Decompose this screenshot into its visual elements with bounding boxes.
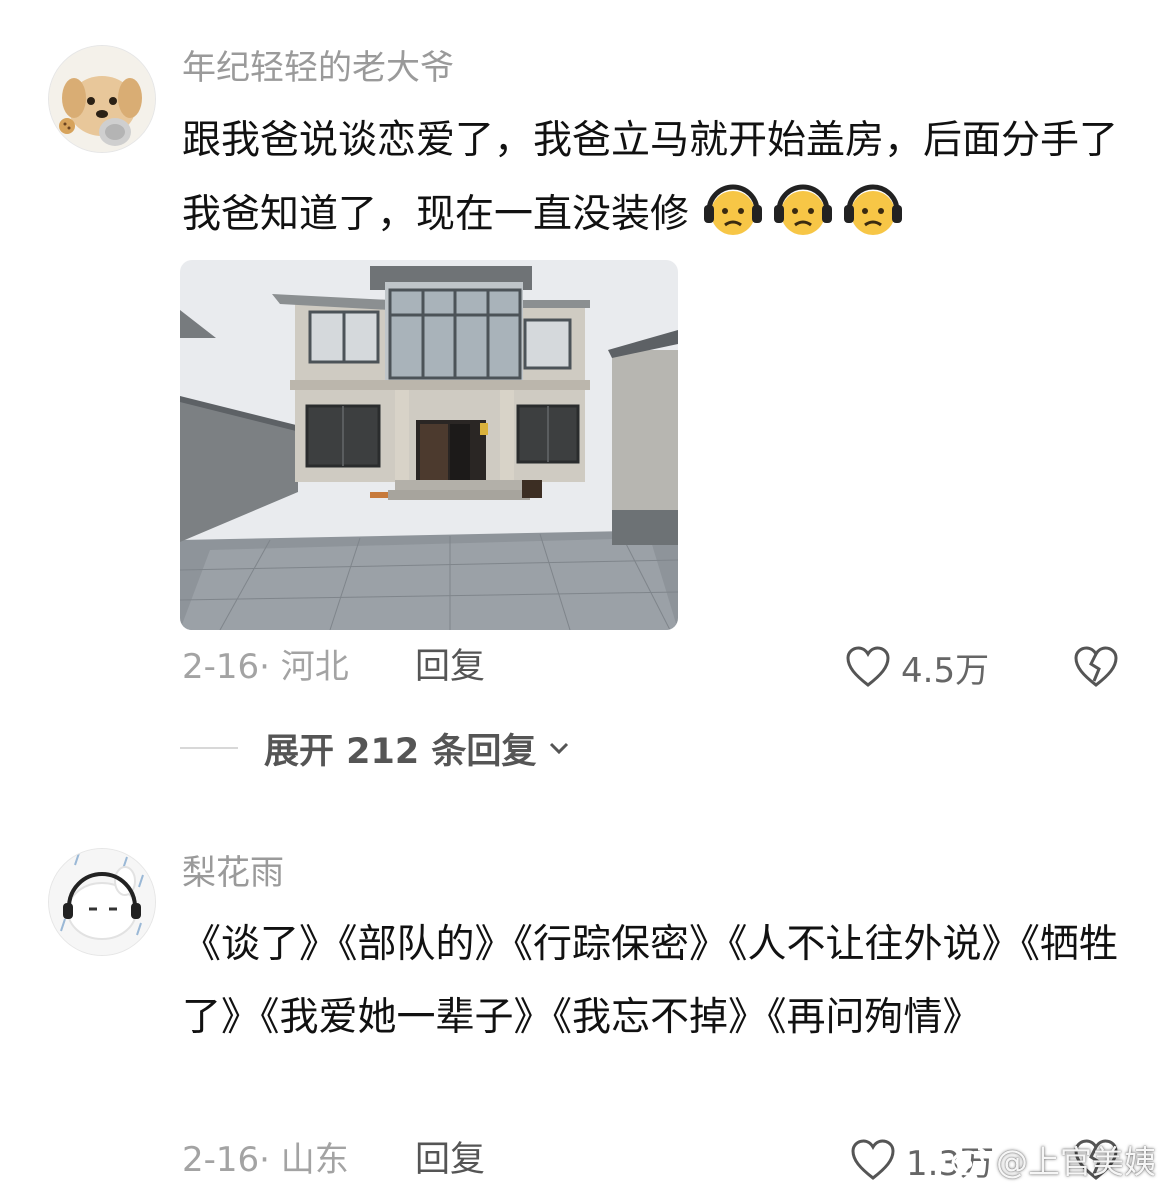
- bunny-avatar-icon: [49, 849, 155, 955]
- heart-icon: [851, 1139, 895, 1180]
- comment-item: 梨花雨 《谈了》《部队的》《行踪保密》《人不让往外说》《牺牲了》《我爱她一辈子》…: [0, 0, 1170, 1195]
- comment-text: 《谈了》《部队的》《行踪保密》《人不让往外说》《牺牲了》《我爱她一辈子》《我忘不…: [182, 922, 1119, 1040]
- watermark-text: @上官美姨: [995, 1143, 1156, 1181]
- avatar[interactable]: [48, 848, 156, 956]
- weibo-logo-icon: [951, 1147, 988, 1176]
- reply-button[interactable]: 回复: [415, 1135, 485, 1185]
- comment-date-location: 2-16· 山东: [182, 1140, 349, 1180]
- watermark: @上官美姨: [950, 1137, 1156, 1183]
- username[interactable]: 梨花雨: [182, 851, 284, 895]
